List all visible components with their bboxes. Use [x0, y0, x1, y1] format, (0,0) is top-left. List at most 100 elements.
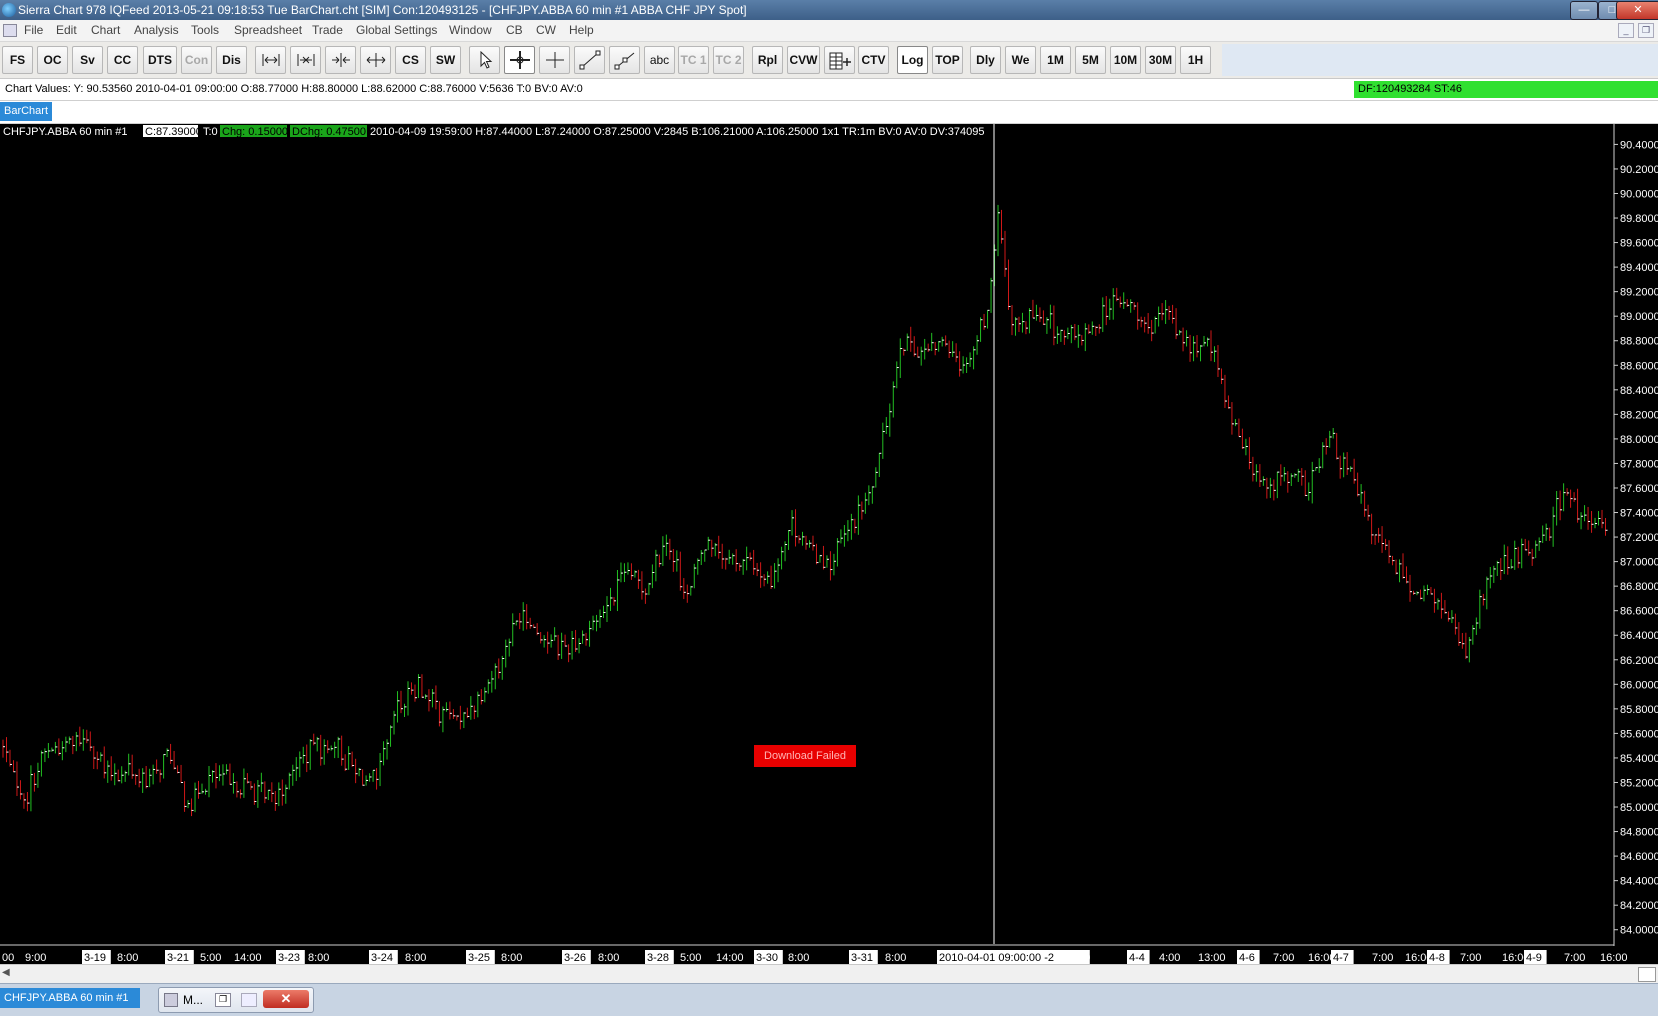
minimized-window[interactable]: M... ❐ ✕ [158, 987, 314, 1013]
mdi-minimize-icon[interactable]: _ [1618, 23, 1634, 38]
time-tick-label: 4-6 [1239, 952, 1255, 964]
menu-cw[interactable]: CW [536, 23, 556, 37]
restore-icon[interactable]: ❐ [215, 993, 231, 1007]
minimize-icon[interactable]: — [1570, 1, 1598, 20]
minimized-close-icon[interactable]: ✕ [263, 990, 309, 1008]
dts-button[interactable]: DTS [143, 46, 177, 74]
price-chart-svg[interactable]: 90.4000 90.2000 90.0000 89.8000 89.6000 89.40… [0, 124, 1658, 964]
price-tick-label: 88.8000 [1620, 336, 1658, 348]
maximize-small-icon[interactable] [241, 993, 257, 1007]
tab-barchart[interactable]: BarChart [0, 102, 52, 121]
horizontal-scrollbar[interactable]: ◀ [0, 964, 1658, 983]
menu-chart[interactable]: Chart [91, 23, 120, 37]
10m-button[interactable]: 10M [1110, 46, 1141, 74]
minimized-window-label: M... [183, 993, 203, 1007]
time-tick-label: 8:00 [501, 952, 522, 964]
time-tick-label: 7:00 [1564, 952, 1585, 964]
1m-button[interactable]: 1M [1040, 46, 1071, 74]
tc1-button[interactable]: TC 1 [678, 46, 709, 74]
time-tick-label: 5:00 [680, 952, 701, 964]
zoom-fit-icon[interactable] [290, 46, 321, 74]
menu-analysis[interactable]: Analysis [134, 23, 179, 37]
price-tick-label: 88.6000 [1620, 360, 1658, 372]
time-tick-label: 8:00 [405, 952, 426, 964]
mdi-restore-icon[interactable]: ❐ [1638, 23, 1654, 38]
menu-cb[interactable]: CB [506, 23, 523, 37]
sw-button[interactable]: SW [430, 46, 461, 74]
time-tick-label: 16:00 [1600, 952, 1628, 964]
zoom-range-icon[interactable] [255, 46, 286, 74]
price-tick-label: 84.8000 [1620, 827, 1658, 839]
menu-tools[interactable]: Tools [191, 23, 219, 37]
time-tick-label: 3-28 [647, 952, 669, 964]
window-titlebar: Sierra Chart 978 IQFeed 2013-05-21 09:18… [0, 0, 1658, 20]
menu-trade[interactable]: Trade [312, 23, 343, 37]
menu-bar: File Edit Chart Analysis Tools Spreadshe… [0, 20, 1658, 42]
fs-button[interactable]: FS [2, 46, 33, 74]
time-tick-label: 7:00 [1069, 952, 1090, 964]
30m-button[interactable]: 30M [1145, 46, 1176, 74]
price-tick-label: 86.0000 [1620, 679, 1658, 691]
time-tick-label: 8:00 [598, 952, 619, 964]
chartbook-tab[interactable]: CHFJPY.ABBA 60 min #1 [0, 988, 140, 1008]
weekly-button[interactable]: We [1005, 46, 1036, 74]
con-button[interactable]: Con [181, 46, 212, 74]
price-tick-label: 86.2000 [1620, 655, 1658, 667]
ctv-button[interactable]: CTV [858, 46, 889, 74]
time-tick-label: 4-4 [1129, 952, 1145, 964]
thin-crosshair-icon[interactable] [539, 46, 570, 74]
cvw-button[interactable]: CVW [787, 46, 820, 74]
menu-global-settings[interactable]: Global Settings [356, 23, 437, 37]
rpl-button[interactable]: Rpl [752, 46, 783, 74]
menu-help[interactable]: Help [569, 23, 594, 37]
time-tick-label: 3-31 [851, 952, 873, 964]
document-icon[interactable] [3, 24, 17, 37]
price-tick-label: 85.0000 [1620, 802, 1658, 814]
text-tool-button[interactable]: abc [644, 46, 675, 74]
change-value: Chg: 0.15000 [222, 126, 288, 138]
time-tick-label: 2010-04-01 09:00:00 -2 [939, 952, 1054, 964]
ray-tool-icon[interactable] [609, 46, 640, 74]
time-tick-label: 3-23 [278, 952, 300, 964]
close-icon[interactable]: ✕ [1616, 1, 1658, 20]
menu-edit[interactable]: Edit [56, 23, 77, 37]
time-tick-label: 8:00 [117, 952, 138, 964]
menu-window[interactable]: Window [449, 23, 492, 37]
price-tick-label: 88.2000 [1620, 409, 1658, 421]
chart-tab-strip: BarChart [0, 101, 1658, 124]
sv-button[interactable]: Sv [72, 46, 103, 74]
time-tick-label: 3-25 [468, 952, 490, 964]
time-tick-label: 00 [2, 952, 14, 964]
cs-button[interactable]: CS [395, 46, 426, 74]
compress-bars-icon[interactable] [325, 46, 356, 74]
cc-button[interactable]: CC [107, 46, 138, 74]
top-button[interactable]: TOP [932, 46, 963, 74]
price-tick-label: 85.4000 [1620, 753, 1658, 765]
log-scale-button[interactable]: Log [897, 46, 928, 74]
app-logo-icon [2, 3, 16, 17]
line-tool-icon[interactable] [574, 46, 605, 74]
expand-bars-icon[interactable] [360, 46, 391, 74]
crosshair-icon[interactable] [504, 46, 535, 74]
price-chart[interactable]: 90.4000 90.2000 90.0000 89.8000 89.6000 89.40… [0, 124, 1658, 964]
5m-button[interactable]: 5M [1075, 46, 1106, 74]
menu-file[interactable]: File [24, 23, 43, 37]
price-tick-label: 89.8000 [1620, 213, 1658, 225]
price-tick-label: 86.4000 [1620, 630, 1658, 642]
chart-symbol-label: CHFJPY.ABBA 60 min #1 [3, 126, 128, 138]
tc2-button[interactable]: TC 2 [713, 46, 744, 74]
time-tick-label: 3-30 [756, 952, 778, 964]
scroll-thumb[interactable] [1638, 967, 1656, 982]
scroll-left-icon[interactable]: ◀ [2, 967, 10, 978]
time-tick-label: 3-19 [84, 952, 106, 964]
pointer-icon[interactable] [469, 46, 500, 74]
oc-button[interactable]: OC [37, 46, 68, 74]
menu-spreadsheet[interactable]: Spreadsheet [234, 23, 302, 37]
trade-dom-icon[interactable] [824, 46, 855, 74]
1h-button[interactable]: 1H [1180, 46, 1211, 74]
daily-button[interactable]: Dly [970, 46, 1001, 74]
dis-button[interactable]: Dis [216, 46, 247, 74]
tick-count: T:0 [203, 126, 218, 138]
chart-values-bar: Chart Values: Y: 90.53560 2010-04-01 09:… [0, 79, 1658, 101]
price-tick-label: 84.6000 [1620, 851, 1658, 863]
